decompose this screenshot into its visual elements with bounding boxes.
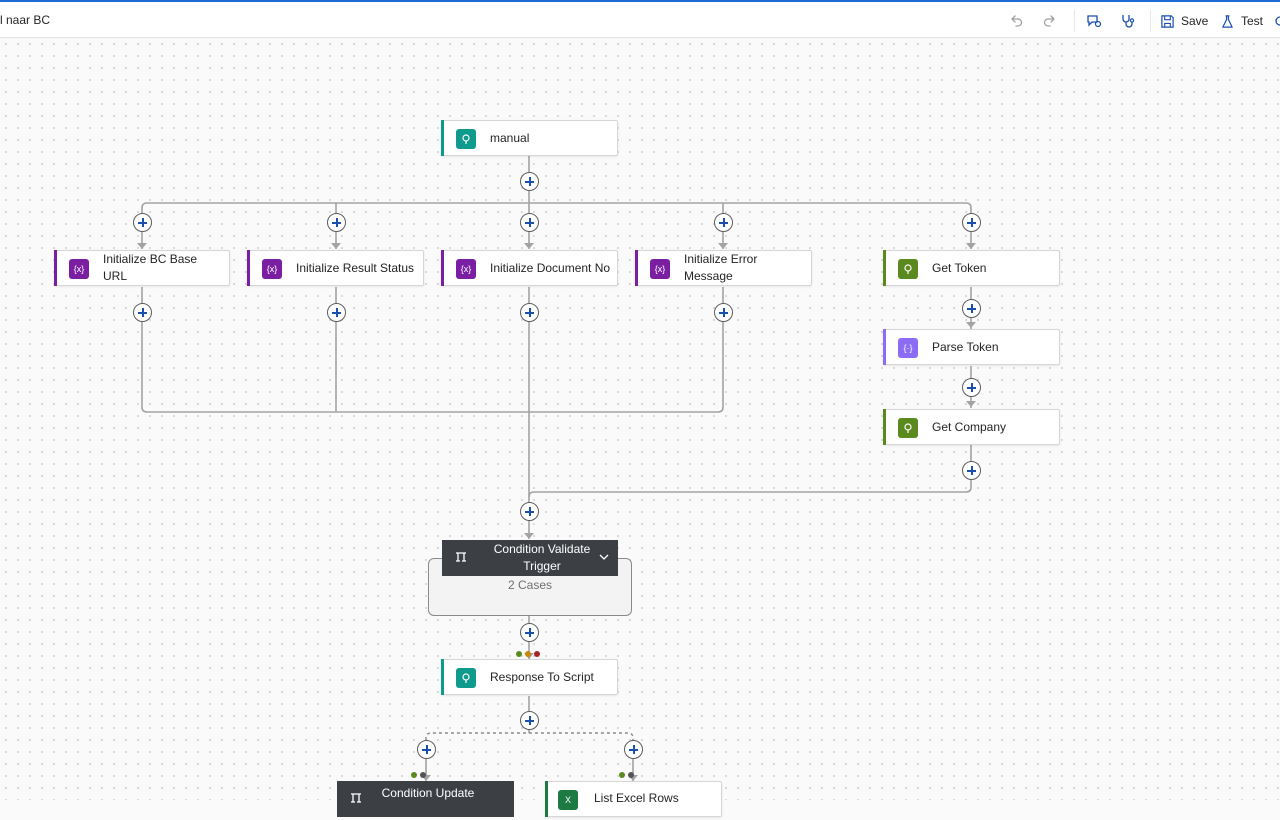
add-action-button[interactable] [417,740,436,759]
status-timeout-dot [525,651,531,657]
http-icon [898,259,918,279]
add-action-button[interactable] [520,213,539,232]
run-after-indicator [619,772,634,778]
variable-icon: {x} [69,259,89,279]
node-accent-bar [247,250,250,286]
status-skipped-dot [420,772,426,778]
add-action-button[interactable] [962,378,981,397]
parse-json-icon: {·} [898,338,918,358]
chevron-down-icon[interactable] [598,551,610,563]
add-action-button[interactable] [520,623,539,642]
add-action-button[interactable] [714,213,733,232]
node-label: manual [490,130,530,145]
status-skipped-dot [628,772,634,778]
node-accent-bar [545,781,548,817]
status-failed-dot [534,651,540,657]
variable-icon: {x} [262,259,282,279]
response-icon [456,668,476,688]
add-action-button[interactable] [714,303,733,322]
node-accent-bar [883,250,886,286]
node-label: Get Token [932,260,987,275]
add-action-button[interactable] [327,213,346,232]
add-action-button[interactable] [962,461,981,480]
node-accent-bar [441,120,444,156]
add-action-button[interactable] [962,213,981,232]
cases-count: 2 Cases [507,578,553,592]
action-parse-token[interactable]: {·} Parse Token [883,329,1060,365]
action-initialize-bc-base-url[interactable]: {x} Initialize BC Base URL [54,250,230,286]
action-initialize-result-status[interactable]: {x} Initialize Result Status [247,250,424,286]
action-get-token[interactable]: Get Token [883,250,1060,286]
node-label: Response To Script [490,669,594,684]
add-action-button[interactable] [520,502,539,521]
add-action-button[interactable] [520,303,539,322]
action-get-company[interactable]: Get Company [883,409,1060,445]
status-success-dot [516,651,522,657]
add-action-button[interactable] [520,172,539,191]
node-label: Get Company [932,419,1007,434]
status-success-dot [411,772,417,778]
add-action-button[interactable] [327,303,346,322]
action-list-excel-rows[interactable]: X List Excel Rows [545,781,722,817]
action-initialize-document-no[interactable]: {x} Initialize Document No [441,250,618,286]
condition-validate-trigger-header[interactable]: Condition Validate Trigger [442,540,618,576]
add-action-button[interactable] [962,299,981,318]
flow-connectors [137,156,976,781]
node-accent-bar [441,250,444,286]
node-accent-bar [54,250,57,286]
excel-icon: X [558,790,578,810]
status-success-dot [619,772,625,778]
action-initialize-error-message[interactable]: {x} Initialize Error Message [635,250,812,286]
variable-icon: {x} [456,259,476,279]
node-label: Initialize Error Message [684,252,758,283]
variable-icon: {x} [650,259,670,279]
node-accent-bar [883,409,886,445]
node-label: Initialize BC Base URL [103,252,198,283]
add-action-button[interactable] [624,740,643,759]
trigger-icon [456,129,476,149]
node-label: List Excel Rows [594,791,679,805]
action-response-to-script[interactable]: Response To Script [441,659,618,695]
add-action-button[interactable] [133,303,152,322]
node-accent-bar [441,659,444,695]
run-after-indicator [411,772,426,778]
node-accent-bar [883,329,886,365]
add-action-button[interactable] [520,711,539,730]
switch-icon [456,552,466,562]
add-action-button[interactable] [133,213,152,232]
node-label: Parse Token [932,339,999,354]
node-label: Condition Validate Trigger [493,542,591,573]
http-icon [898,418,918,438]
node-label: Initialize Result Status [296,260,415,275]
node-label: Initialize Document No [490,260,611,275]
switch-icon [351,793,361,803]
trigger-manual[interactable]: manual [441,120,618,156]
condition-update-header[interactable]: Condition Update [337,781,514,817]
node-accent-bar [635,250,638,286]
node-label: Condition Update [381,786,475,800]
run-after-indicator [516,651,540,657]
